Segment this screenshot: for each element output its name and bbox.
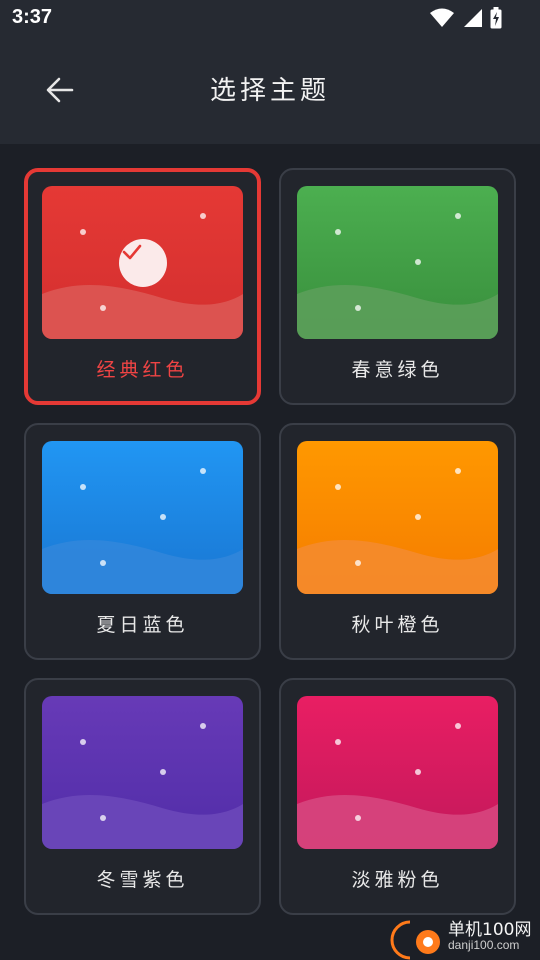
- theme-grid: 经典红色 春意绿色夏日蓝色 秋叶橙色冬雪紫色 淡雅粉色: [24, 168, 516, 915]
- theme-swatch: [42, 441, 243, 594]
- sparkle-dot: [100, 815, 106, 821]
- status-bar: 3:37: [0, 0, 540, 36]
- theme-label: 春意绿色: [351, 359, 444, 381]
- sparkle-dot: [80, 229, 86, 235]
- theme-card[interactable]: 春意绿色: [279, 168, 516, 405]
- sparkle-dot: [200, 468, 206, 474]
- signal-icon: [464, 9, 482, 27]
- theme-swatch: [297, 696, 498, 849]
- sparkle-dot: [355, 560, 361, 566]
- theme-label: 淡雅粉色: [351, 869, 444, 891]
- wave-decoration: [42, 540, 243, 594]
- theme-swatch: [42, 186, 243, 339]
- theme-card[interactable]: 夏日蓝色: [24, 423, 261, 660]
- theme-swatch: [42, 696, 243, 849]
- sparkle-dot: [455, 723, 461, 729]
- page-title: 选择主题: [209, 76, 330, 106]
- theme-label: 夏日蓝色: [96, 614, 189, 636]
- sparkle-dot: [335, 484, 341, 490]
- sparkle-dot: [355, 815, 361, 821]
- battery-charging-icon: [490, 7, 502, 29]
- watermark-title: 单机100网: [448, 920, 532, 940]
- theme-swatch: [297, 441, 498, 594]
- sparkle-dot: [415, 514, 421, 520]
- app-bar: 选择主题: [0, 36, 540, 144]
- theme-card[interactable]: 淡雅粉色: [279, 678, 516, 915]
- watermark-url: danji100.com: [448, 938, 520, 952]
- wave-decoration: [42, 795, 243, 849]
- wave-decoration: [297, 540, 498, 594]
- sparkle-dot: [415, 769, 421, 775]
- theme-card[interactable]: 秋叶橙色: [279, 423, 516, 660]
- theme-card[interactable]: 冬雪紫色: [24, 678, 261, 915]
- sparkle-dot: [355, 305, 361, 311]
- theme-label: 秋叶橙色: [351, 614, 444, 636]
- sparkle-dot: [100, 305, 106, 311]
- status-time: 3:37: [12, 6, 53, 28]
- sparkle-dot: [455, 468, 461, 474]
- sparkle-dot: [335, 739, 341, 745]
- sparkle-dot: [160, 514, 166, 520]
- wave-decoration: [297, 285, 498, 339]
- sparkle-dot: [455, 213, 461, 219]
- sparkle-dot: [200, 213, 206, 219]
- theme-label: 冬雪紫色: [96, 869, 189, 891]
- theme-card[interactable]: 经典红色: [24, 168, 261, 405]
- sparkle-dot: [80, 739, 86, 745]
- danji-logo-icon: [390, 920, 440, 960]
- sparkle-dot: [100, 560, 106, 566]
- check-icon: [119, 239, 167, 287]
- status-icons: [430, 7, 502, 29]
- wifi-icon: [430, 8, 454, 27]
- sparkle-dot: [160, 769, 166, 775]
- wave-decoration: [297, 795, 498, 849]
- theme-label: 经典红色: [96, 359, 189, 381]
- sparkle-dot: [200, 723, 206, 729]
- theme-swatch: [297, 186, 498, 339]
- sparkle-dot: [335, 229, 341, 235]
- sparkle-dot: [415, 259, 421, 265]
- watermark-logo: 单机100网 danji100.com: [390, 916, 540, 960]
- sparkle-dot: [80, 484, 86, 490]
